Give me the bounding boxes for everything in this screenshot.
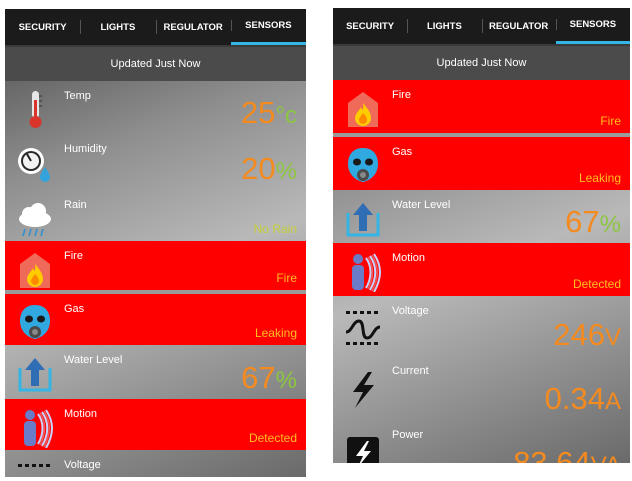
fire-icon — [20, 253, 50, 288]
sensor-row-voltage[interactable]: Voltage — [5, 450, 306, 477]
sensor-value: Leaking — [254, 326, 297, 340]
sensor-row-fire[interactable]: Fire Fire — [333, 80, 630, 133]
tab-sensors[interactable]: SENSORS — [230, 9, 306, 45]
sensor-label: Water Level — [392, 199, 451, 211]
rain-cloud-icon — [19, 203, 51, 237]
sensor-row-humidity[interactable]: Humidity 20% — [5, 134, 306, 190]
sensor-row-voltage[interactable]: Voltage 246V — [333, 296, 630, 356]
right-screen: SECURITY LIGHTS REGULATOR SENSORS Update… — [333, 8, 630, 463]
sensor-row-water-level[interactable]: Water Level 67% — [5, 345, 306, 399]
voltage-icon — [18, 464, 50, 467]
tab-bar: SECURITY LIGHTS REGULATOR SENSORS — [5, 9, 306, 47]
sensor-value: 246V — [553, 317, 621, 352]
sensor-row-current[interactable]: Current 0.34A — [333, 356, 630, 420]
motion-icon — [352, 253, 381, 292]
sensor-row-gas[interactable]: Gas Leaking — [5, 294, 306, 345]
tab-sensors[interactable]: SENSORS — [555, 8, 630, 44]
tab-lights[interactable]: LIGHTS — [80, 9, 155, 45]
sensor-label: Current — [392, 365, 429, 377]
sensor-value: Detected — [248, 431, 297, 445]
tab-regulator[interactable]: REGULATOR — [155, 9, 231, 45]
sensor-label: Voltage — [392, 305, 429, 317]
sensor-value: Detected — [572, 277, 621, 291]
tab-lights[interactable]: LIGHTS — [407, 8, 481, 44]
sensor-row-water-level[interactable]: Water Level 67% — [333, 190, 630, 243]
sensor-label: Rain — [64, 199, 87, 211]
sensor-label: Voltage — [64, 459, 101, 471]
sensor-row-motion[interactable]: Motion Detected — [5, 399, 306, 450]
sensor-value: 67% — [565, 204, 621, 239]
sensor-label: Temp — [64, 90, 91, 102]
update-status: Updated Just Now — [5, 47, 306, 81]
motion-icon — [24, 409, 53, 448]
tab-bar: SECURITY LIGHTS REGULATOR SENSORS — [333, 8, 630, 46]
sensor-value: No Rain — [253, 222, 297, 236]
water-level-icon — [18, 358, 52, 392]
sensor-label: Gas — [392, 146, 413, 158]
sensor-row-fire[interactable]: Fire Fire — [5, 241, 306, 290]
update-status: Updated Just Now — [333, 46, 630, 80]
power-icon — [347, 437, 379, 463]
voltage-icon — [345, 311, 381, 345]
tab-security[interactable]: SECURITY — [5, 9, 80, 45]
sensor-row-motion[interactable]: Motion Detected — [333, 243, 630, 296]
sensor-label: Motion — [392, 252, 426, 264]
sensor-row-rain[interactable]: Rain No Rain — [5, 190, 306, 241]
gas-mask-icon — [348, 148, 378, 182]
sensor-label: Humidity — [64, 143, 107, 155]
sensor-value: 0.34A — [544, 381, 621, 416]
sensor-label: Water Level — [64, 354, 123, 366]
current-icon — [353, 372, 374, 408]
sensor-value: Leaking — [578, 171, 621, 185]
sensor-label: Fire — [64, 250, 83, 262]
fire-icon — [348, 92, 378, 127]
sensor-row-power[interactable]: Power 83.64VA — [333, 420, 630, 463]
gas-mask-icon — [20, 305, 50, 339]
sensor-label: Power — [392, 429, 424, 441]
sensor-label: Motion — [64, 408, 98, 420]
sensor-row-gas[interactable]: Gas Leaking — [333, 137, 630, 190]
sensor-value: Fire — [600, 114, 621, 128]
sensor-value: Fire — [276, 271, 297, 285]
sensor-value: 67% — [241, 360, 297, 395]
tab-regulator[interactable]: REGULATOR — [481, 8, 556, 44]
sensor-value: 83.64VA — [513, 445, 621, 463]
left-screen: SECURITY LIGHTS REGULATOR SENSORS Update… — [5, 9, 306, 477]
sensor-value: 20% — [241, 151, 297, 186]
humidity-gauge-icon — [18, 148, 50, 182]
sensor-value: 25°c — [240, 95, 297, 130]
tab-security[interactable]: SECURITY — [333, 8, 407, 44]
sensor-label: Gas — [64, 303, 85, 315]
sensor-label: Fire — [392, 89, 411, 101]
thermometer-icon — [29, 91, 42, 128]
sensor-row-temp[interactable]: Temp 25°c — [5, 81, 306, 134]
water-level-icon — [346, 203, 380, 237]
